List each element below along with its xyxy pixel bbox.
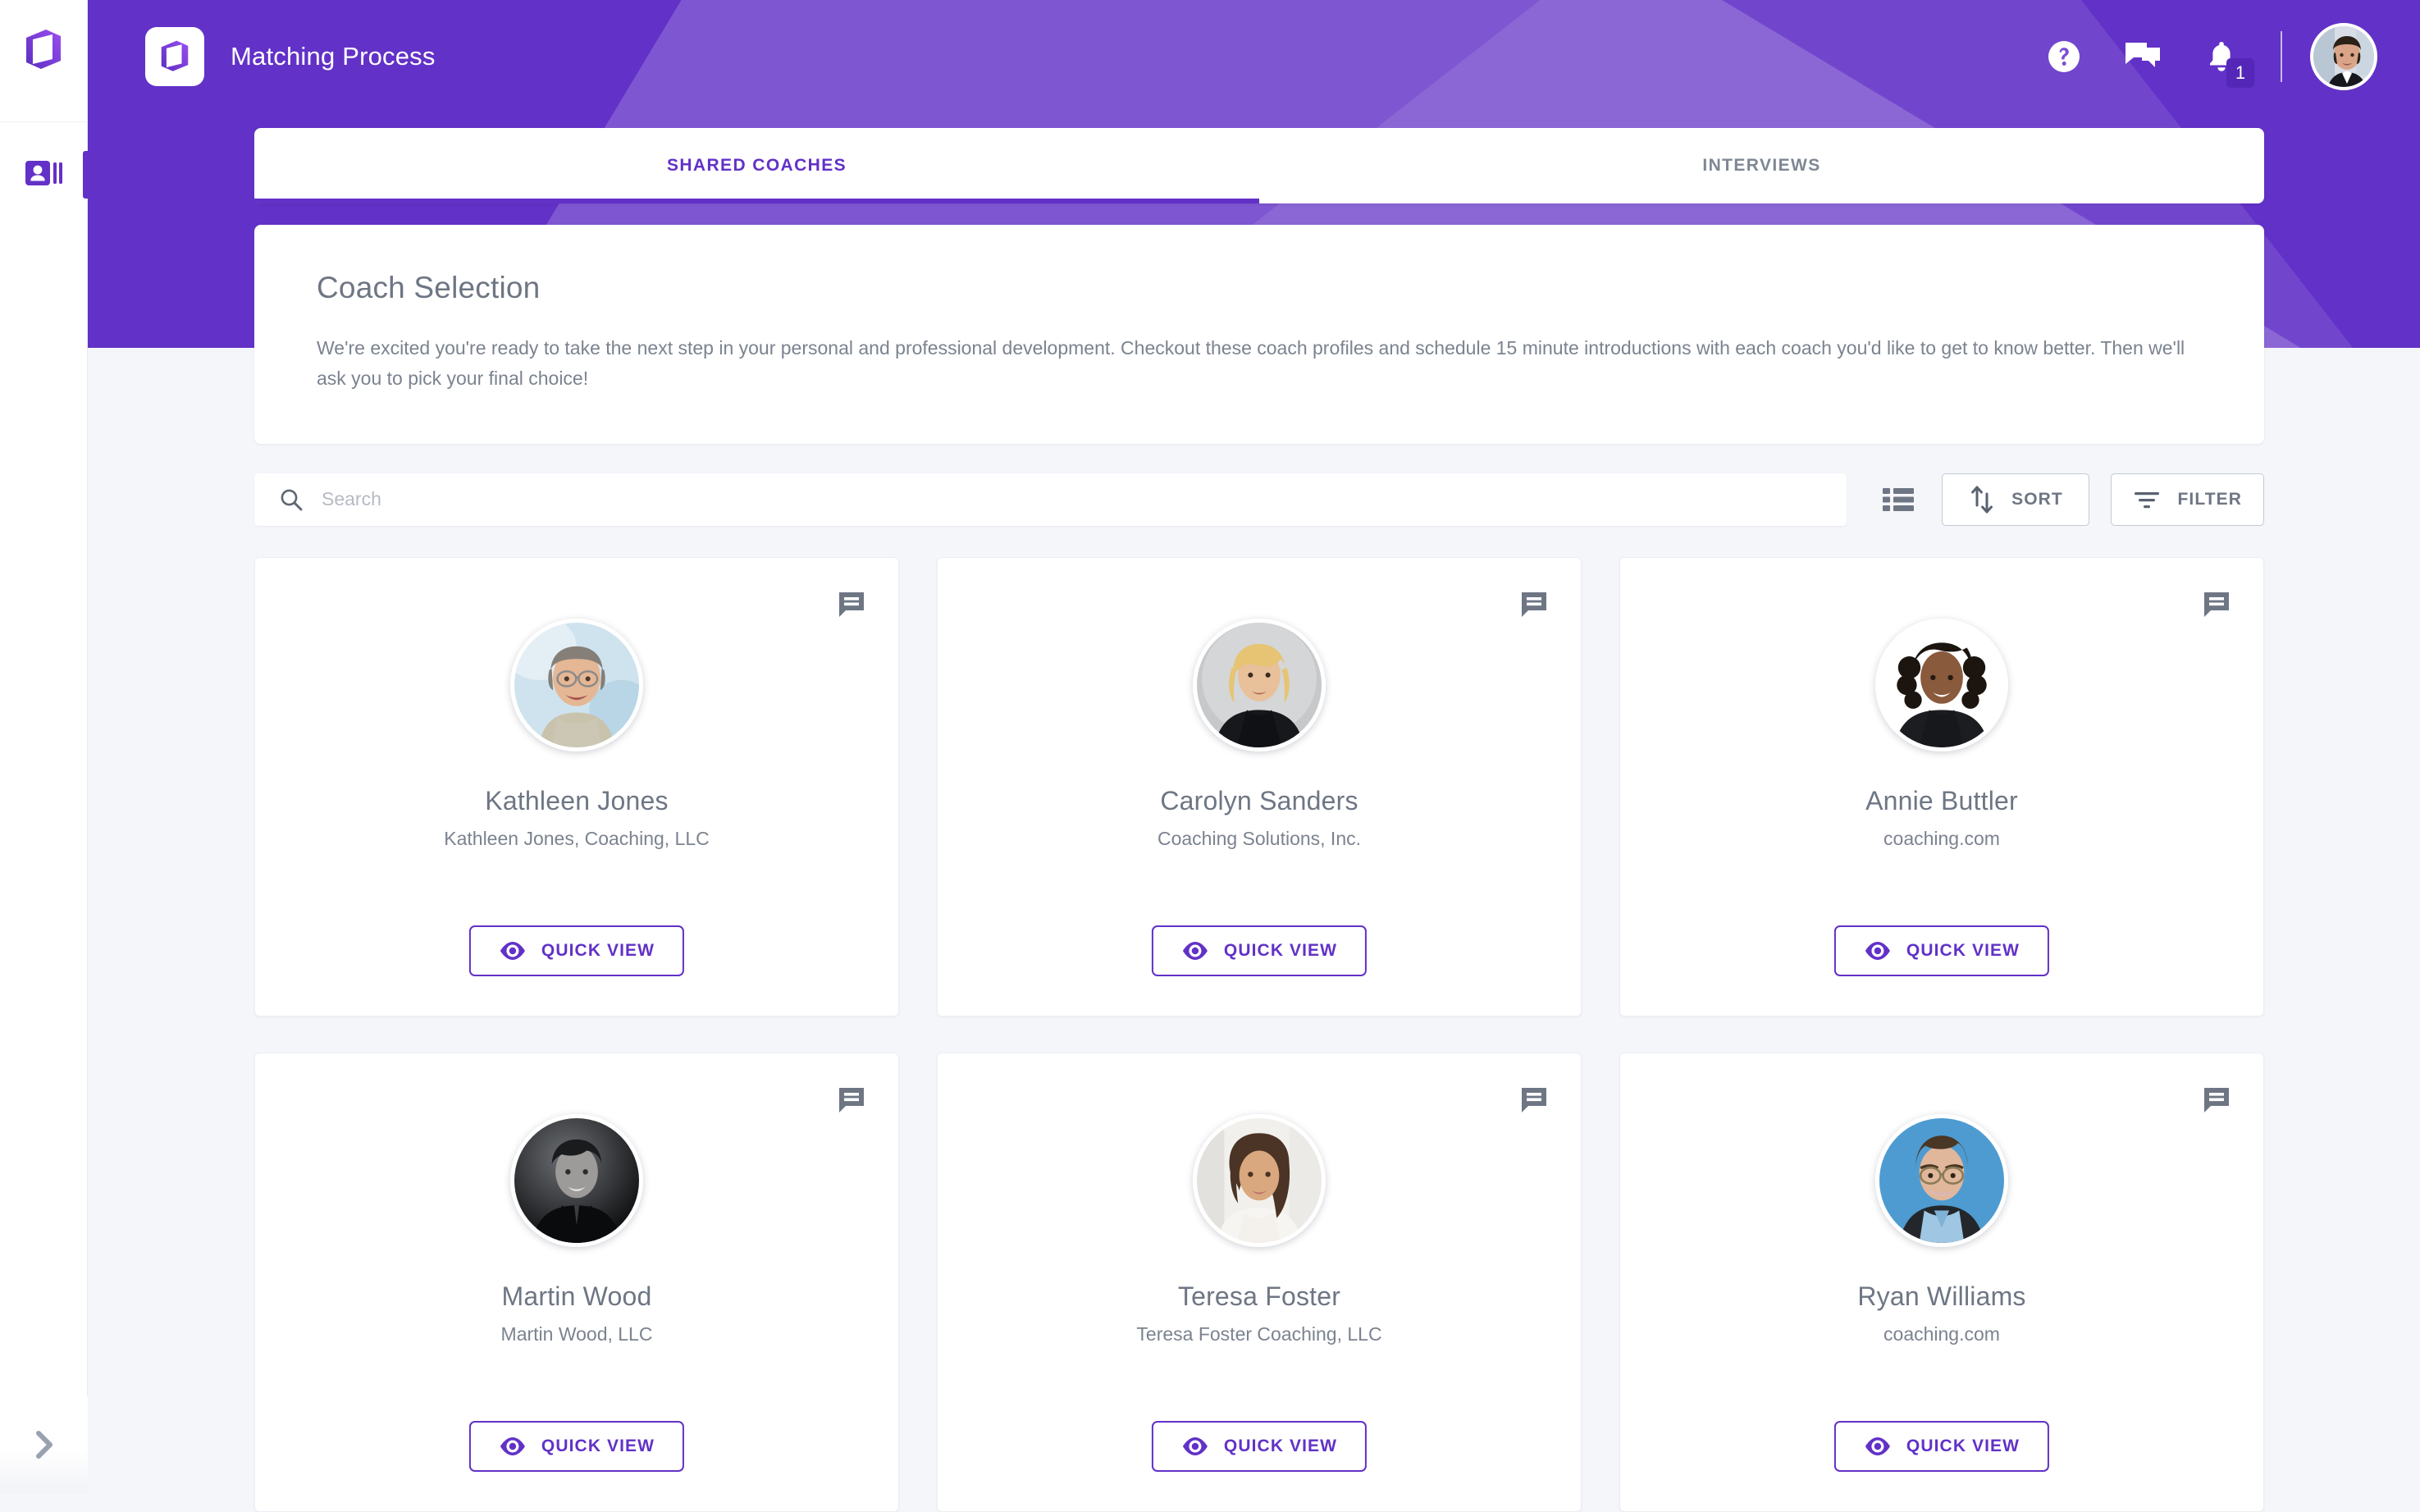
quick-view-label: QUICK VIEW: [541, 1436, 655, 1455]
tab-shared-coaches[interactable]: SHARED COACHES: [254, 128, 1259, 203]
coach-name: Kathleen Jones: [485, 785, 669, 815]
coach-card[interactable]: Carolyn Sanders Coaching Solutions, Inc.…: [937, 556, 1582, 1016]
sidebar-expand-button[interactable]: [0, 1396, 88, 1493]
message-icon-button[interactable]: [1520, 591, 1551, 624]
rail-divider: [0, 121, 88, 122]
avatar: [1875, 1113, 2008, 1247]
chevron-right-icon: [35, 1431, 53, 1459]
quick-view-button[interactable]: QUICK VIEW: [468, 1420, 685, 1472]
app-logo[interactable]: [145, 27, 204, 86]
coach-org: Kathleen Jones, Coaching, LLC: [444, 827, 710, 849]
message-icon: [839, 592, 864, 617]
quick-view-label: QUICK VIEW: [1906, 1436, 2020, 1455]
panel-title: Coach Selection: [317, 271, 541, 304]
message-icon-button[interactable]: [2203, 591, 2234, 624]
avatar: [1193, 618, 1326, 751]
coach-selection-panel: Coach Selection We're excited you're rea…: [254, 225, 2264, 444]
sort-arrows-icon: [1971, 486, 1993, 513]
tab-interviews[interactable]: INTERVIEWS: [1259, 128, 2264, 203]
avatar-image: [2313, 26, 2374, 87]
quick-view-button[interactable]: QUICK VIEW: [1151, 925, 1368, 976]
message-icon: [839, 1087, 864, 1112]
quick-view-button[interactable]: QUICK VIEW: [1833, 925, 2050, 976]
filter-label: FILTER: [2177, 489, 2242, 509]
contact-card-icon: [25, 161, 62, 185]
sidebar-item-contacts[interactable]: [0, 131, 88, 217]
document-stack-logo-icon: [161, 40, 189, 71]
top-bar-separator: [2281, 31, 2282, 82]
avatar: [510, 1113, 643, 1247]
avatar-image: [1197, 1117, 1322, 1243]
message-icon: [2204, 592, 2229, 617]
avatar-image: [514, 1117, 639, 1243]
search-input[interactable]: [322, 488, 1796, 510]
document-stack-logo-icon: [26, 30, 61, 69]
message-icon-button[interactable]: [838, 1086, 869, 1120]
message-icon-button[interactable]: [838, 591, 869, 624]
sidebar-active-indicator: [83, 151, 88, 199]
coach-org: coaching.com: [1883, 827, 2000, 849]
quick-view-button[interactable]: QUICK VIEW: [468, 925, 685, 976]
tab-label: SHARED COACHES: [666, 156, 847, 175]
avatar: [510, 618, 643, 751]
quick-view-label: QUICK VIEW: [1223, 940, 1338, 960]
sort-label: SORT: [2011, 489, 2063, 509]
message-icon: [1522, 592, 1546, 617]
coach-name: Ryan Williams: [1857, 1281, 2026, 1311]
avatar-image: [1879, 1117, 2004, 1243]
message-icon-button[interactable]: [1520, 1086, 1551, 1120]
message-icon: [2204, 1087, 2229, 1112]
sort-button[interactable]: SORT: [1942, 473, 2090, 526]
coach-name: Annie Buttler: [1865, 785, 2018, 815]
eye-icon: [500, 1437, 525, 1455]
search-box[interactable]: [254, 473, 1847, 526]
tab-label: INTERVIEWS: [1702, 156, 1821, 175]
list-view-icon: [1883, 487, 1915, 511]
coach-card[interactable]: Ryan Williams coaching.com QUICK VIEW: [1619, 1052, 2264, 1512]
avatar-image: [1197, 622, 1322, 747]
coach-name: Teresa Foster: [1177, 1281, 1341, 1311]
left-rail: [0, 0, 88, 1493]
avatar: [1193, 1113, 1326, 1247]
coach-org: coaching.com: [1883, 1322, 2000, 1345]
list-view-toggle[interactable]: [1876, 477, 1920, 522]
tab-bar: SHARED COACHES INTERVIEWS: [254, 128, 2264, 203]
coach-name: Carolyn Sanders: [1160, 785, 1358, 815]
user-avatar[interactable]: [2310, 23, 2377, 90]
rail-logo: [15, 21, 72, 79]
eye-icon: [500, 941, 525, 960]
coach-card[interactable]: Martin Wood Martin Wood, LLC QUICK VIEW: [254, 1052, 899, 1512]
coach-org: Coaching Solutions, Inc.: [1157, 827, 1362, 849]
panel-description: We're excited you're ready to take the n…: [317, 337, 2185, 390]
coach-card-grid: Kathleen Jones Kathleen Jones, Coaching,…: [254, 556, 2264, 1512]
avatar-image: [1879, 622, 2004, 747]
message-icon-button[interactable]: [2203, 1086, 2234, 1120]
search-icon: [281, 489, 303, 510]
content-column: SHARED COACHES INTERVIEWS Coach Selectio…: [254, 0, 2264, 1512]
quick-view-label: QUICK VIEW: [1223, 1436, 1338, 1455]
filter-icon: [2135, 491, 2160, 508]
quick-view-label: QUICK VIEW: [1906, 940, 2020, 960]
avatar-image: [514, 622, 639, 747]
eye-icon: [1865, 941, 1890, 960]
coach-name: Martin Wood: [501, 1281, 652, 1311]
message-icon: [1522, 1087, 1546, 1112]
quick-view-button[interactable]: QUICK VIEW: [1151, 1420, 1368, 1472]
eye-icon: [1182, 941, 1208, 960]
coach-card[interactable]: Kathleen Jones Kathleen Jones, Coaching,…: [254, 556, 899, 1016]
coach-org: Teresa Foster Coaching, LLC: [1136, 1322, 1382, 1345]
coach-card[interactable]: Annie Buttler coaching.com QUICK VIEW: [1619, 556, 2264, 1016]
avatar: [1875, 618, 2008, 751]
eye-icon: [1182, 1437, 1208, 1455]
quick-view-button[interactable]: QUICK VIEW: [1833, 1420, 2050, 1472]
coach-org: Martin Wood, LLC: [500, 1322, 653, 1345]
quick-view-label: QUICK VIEW: [541, 940, 655, 960]
coach-card[interactable]: Teresa Foster Teresa Foster Coaching, LL…: [937, 1052, 1582, 1512]
eye-icon: [1865, 1437, 1890, 1455]
filter-button[interactable]: FILTER: [2111, 473, 2264, 526]
search-toolbar: SORT FILTER: [254, 473, 2264, 526]
